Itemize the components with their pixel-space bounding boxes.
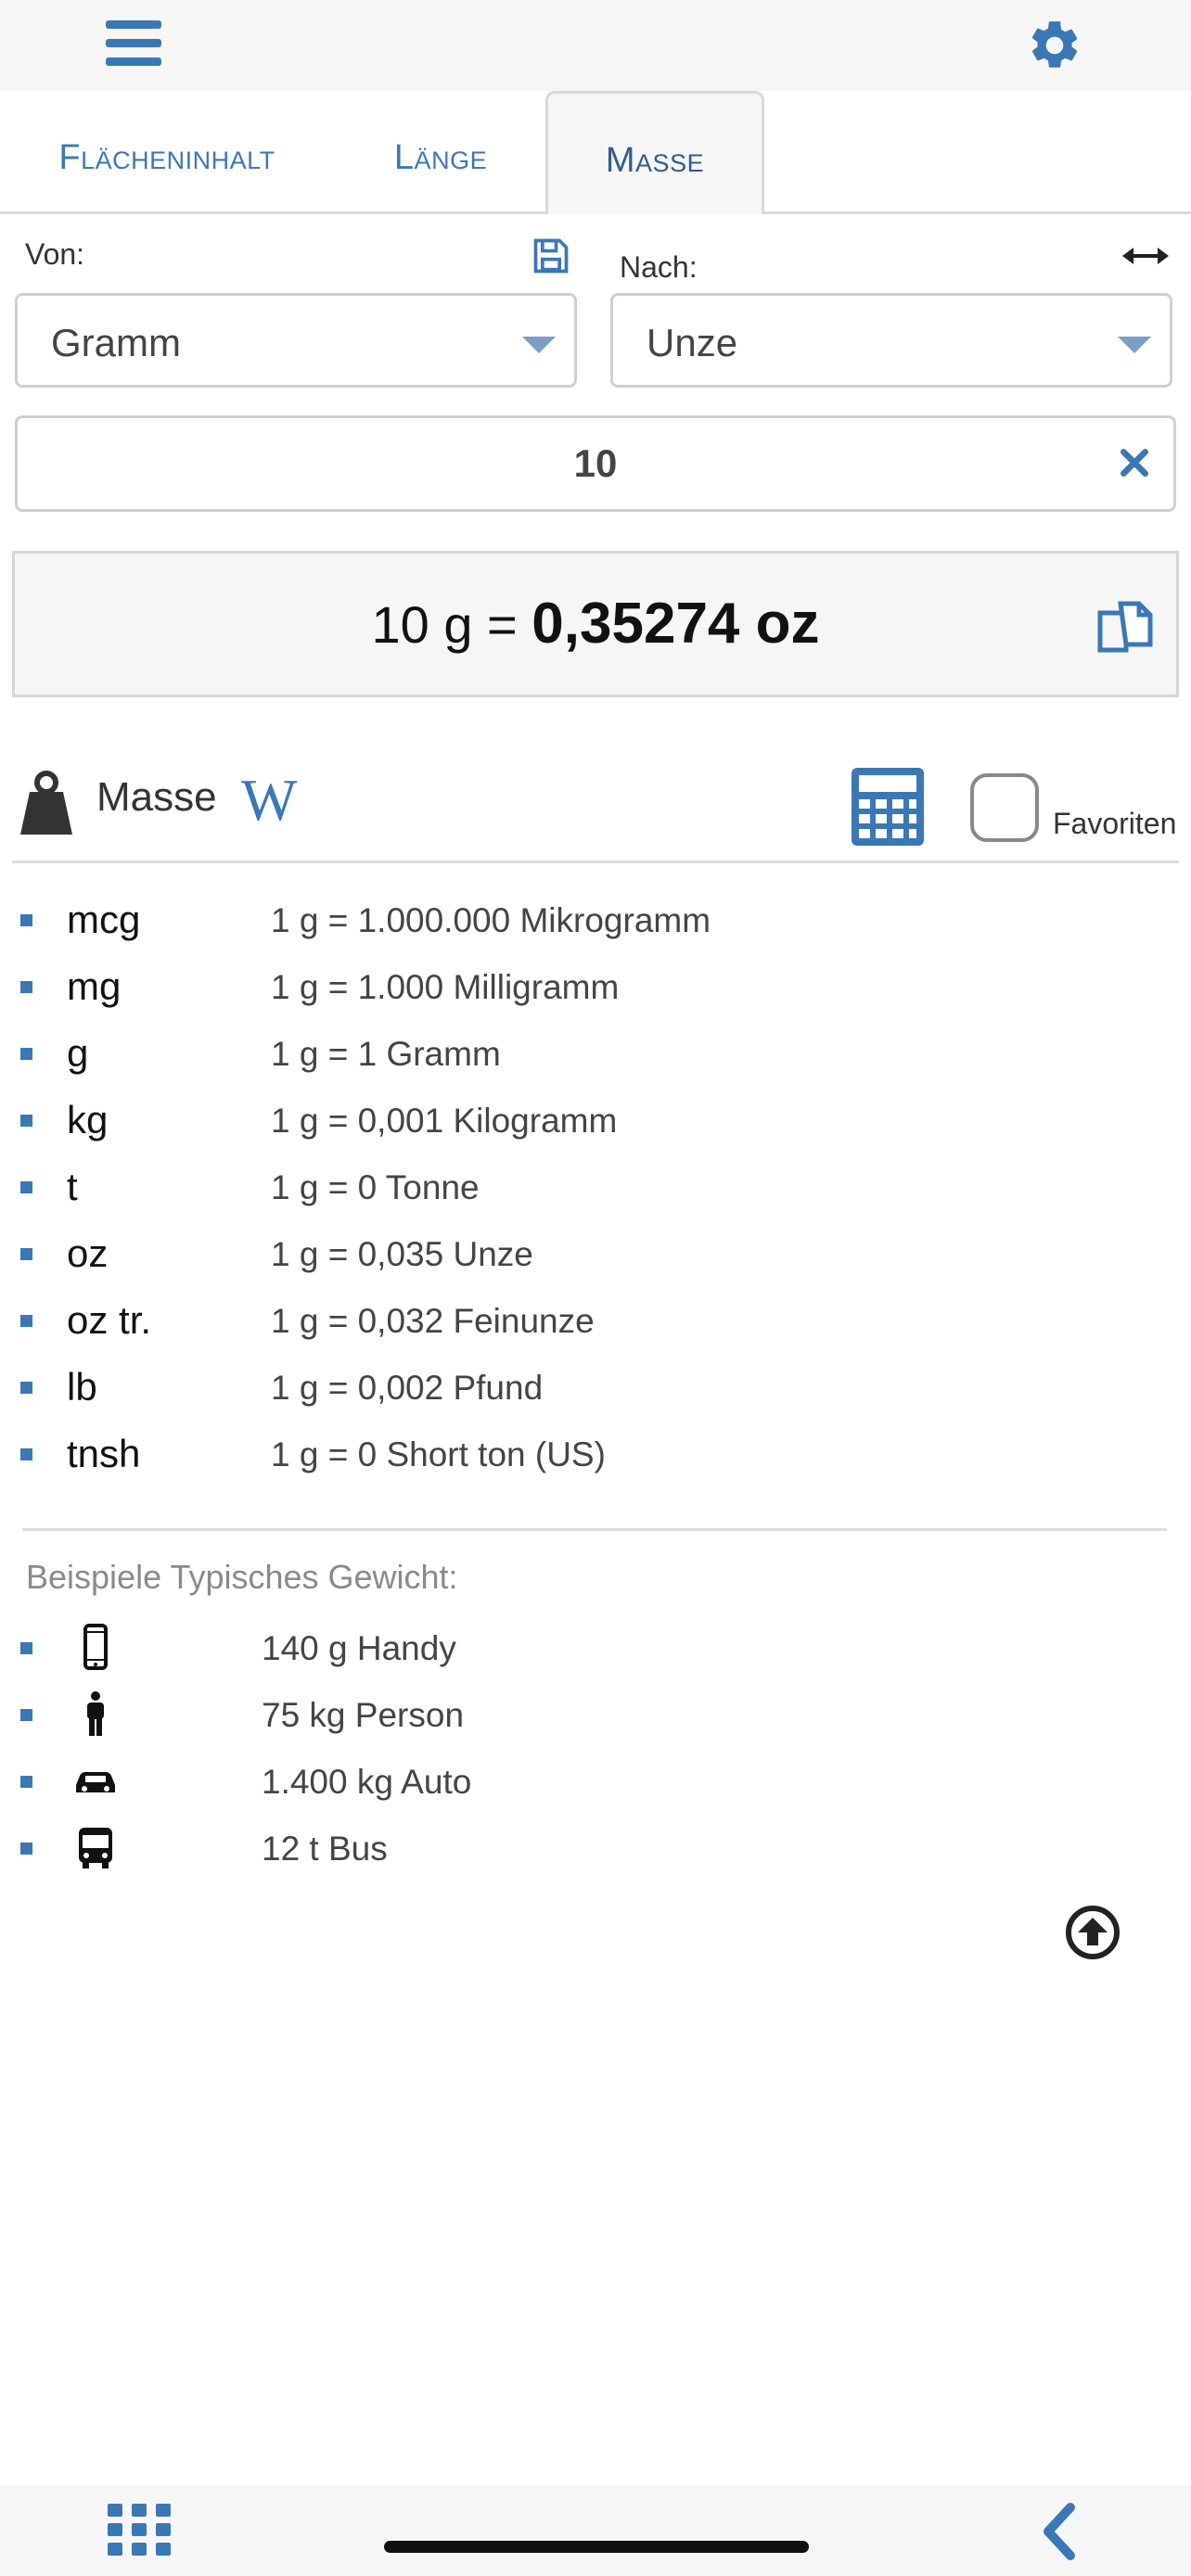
example-text: 75 kg Person <box>262 1696 465 1734</box>
result-value: 0,35274 oz <box>531 592 820 656</box>
home-indicator <box>384 2541 809 2553</box>
bullet <box>20 1382 32 1394</box>
wikipedia-icon[interactable]: W <box>241 766 297 835</box>
unit-symbol: lb <box>67 1365 97 1409</box>
value-input-text[interactable]: 10 <box>18 418 1173 509</box>
bullet <box>20 1776 32 1788</box>
example-text: 1.400 kg Auto <box>262 1763 472 1801</box>
favorites-label: Favoriten <box>1053 807 1177 840</box>
category-tabs: Flächeninhalt Länge Masse <box>0 91 1191 214</box>
close-icon[interactable] <box>1116 444 1153 481</box>
conversion-text: 1 g = 0 Tonne <box>271 1168 480 1206</box>
from-unit-select[interactable]: Gramm <box>15 293 577 388</box>
unit-symbol: kg <box>67 1098 109 1141</box>
conversion-text: 1 g = 0,002 Pfund <box>271 1369 544 1407</box>
list-item: 12 t Bus <box>0 1818 1191 1885</box>
gear-icon[interactable] <box>1026 17 1083 74</box>
list-item[interactable]: tnsh 1 g = 0 Short ton (US) <box>0 1424 1191 1491</box>
example-text: 140 g Handy <box>262 1629 456 1667</box>
list-item[interactable]: g 1 g = 1 Gramm <box>0 1024 1191 1090</box>
list-item[interactable]: lb 1 g = 0,002 Pfund <box>0 1358 1191 1424</box>
bottom-bar <box>0 2485 1191 2576</box>
chevron-down-icon <box>522 337 556 353</box>
swap-arrows-icon[interactable] <box>1122 243 1169 269</box>
section-title: Masse <box>96 774 217 820</box>
list-item: 75 kg Person <box>0 1685 1191 1752</box>
person-icon <box>87 1691 104 1736</box>
list-item[interactable]: oz 1 g = 0,035 Unze <box>0 1224 1191 1291</box>
bullet <box>20 981 32 993</box>
bullet <box>20 1448 32 1460</box>
conversion-text: 1 g = 0,032 Feinunze <box>271 1302 595 1340</box>
grid-icon[interactable] <box>108 2504 171 2556</box>
conversion-text: 1 g = 1.000 Milligramm <box>271 968 620 1006</box>
unit-symbol: g <box>67 1031 89 1075</box>
tab-masse[interactable]: Masse <box>545 91 764 214</box>
list-item[interactable]: oz tr. 1 g = 0,032 Feinunze <box>0 1291 1191 1358</box>
examples-title: Beispiele Typisches Gewicht: <box>26 1558 458 1596</box>
list-item[interactable]: mcg 1 g = 1.000.000 Mikrogramm <box>0 890 1191 957</box>
list-item[interactable]: kg 1 g = 0,001 Kilogramm <box>0 1090 1191 1157</box>
bullet <box>20 1181 32 1193</box>
to-unit-value: Unze <box>647 321 738 364</box>
value-input[interactable]: 10 <box>15 415 1176 512</box>
result-text: 10 g = 0,35274 oz <box>15 554 1176 695</box>
unit-symbol: oz <box>67 1231 109 1275</box>
result-prefix: 10 g = <box>371 595 532 654</box>
bullet <box>20 1248 32 1260</box>
divider <box>22 1528 1167 1531</box>
to-unit-select[interactable]: Unze <box>610 293 1172 388</box>
from-unit-value: Gramm <box>51 321 181 364</box>
car-icon <box>76 1772 115 1792</box>
unit-symbol: oz tr. <box>67 1298 152 1342</box>
list-item: 1.400 kg Auto <box>0 1752 1191 1818</box>
tab-laenge[interactable]: Länge <box>352 91 529 211</box>
list-item: 140 g Handy <box>0 1618 1191 1685</box>
chevron-down-icon <box>1118 337 1151 353</box>
copy-icon[interactable] <box>1095 598 1156 656</box>
conversion-text: 1 g = 0,035 Unze <box>271 1235 533 1273</box>
list-item[interactable]: mg 1 g = 1.000 Milligramm <box>0 957 1191 1024</box>
bullet <box>20 1843 32 1855</box>
unit-symbol: mg <box>67 964 122 1008</box>
list-item[interactable]: t 1 g = 0 Tonne <box>0 1157 1191 1224</box>
save-icon[interactable] <box>531 236 571 276</box>
bullet <box>20 1315 32 1327</box>
bus-icon <box>79 1828 112 1868</box>
arrow-up-circle-icon[interactable] <box>1065 1905 1121 1960</box>
divider <box>12 861 1179 863</box>
bullet <box>20 914 32 926</box>
bullet <box>20 1709 32 1721</box>
unit-symbol: mcg <box>67 898 141 941</box>
conversion-text: 1 g = 1.000.000 Mikrogramm <box>271 901 711 939</box>
bullet <box>20 1048 32 1060</box>
weight-icon <box>20 771 72 835</box>
menu-icon[interactable] <box>106 20 161 69</box>
chevron-left-icon[interactable] <box>1041 2502 1078 2561</box>
favorites-checkbox[interactable] <box>970 773 1039 842</box>
top-bar <box>0 0 1191 91</box>
bullet <box>20 1642 32 1654</box>
tab-flaecheninhalt[interactable]: Flächeninhalt <box>28 91 306 211</box>
result-box: 10 g = 0,35274 oz <box>12 551 1179 697</box>
unit-symbol: t <box>67 1165 78 1208</box>
example-text: 12 t Bus <box>262 1830 388 1868</box>
conversion-text: 1 g = 1 Gramm <box>271 1035 501 1073</box>
conversion-text: 1 g = 0,001 Kilogramm <box>271 1102 618 1140</box>
calculator-icon[interactable] <box>852 768 924 846</box>
from-label: Von: <box>25 237 85 271</box>
phone-icon <box>83 1624 108 1670</box>
to-label: Nach: <box>620 250 698 284</box>
bullet <box>20 1115 32 1127</box>
unit-symbol: tnsh <box>67 1432 141 1475</box>
conversion-text: 1 g = 0 Short ton (US) <box>271 1435 606 1473</box>
